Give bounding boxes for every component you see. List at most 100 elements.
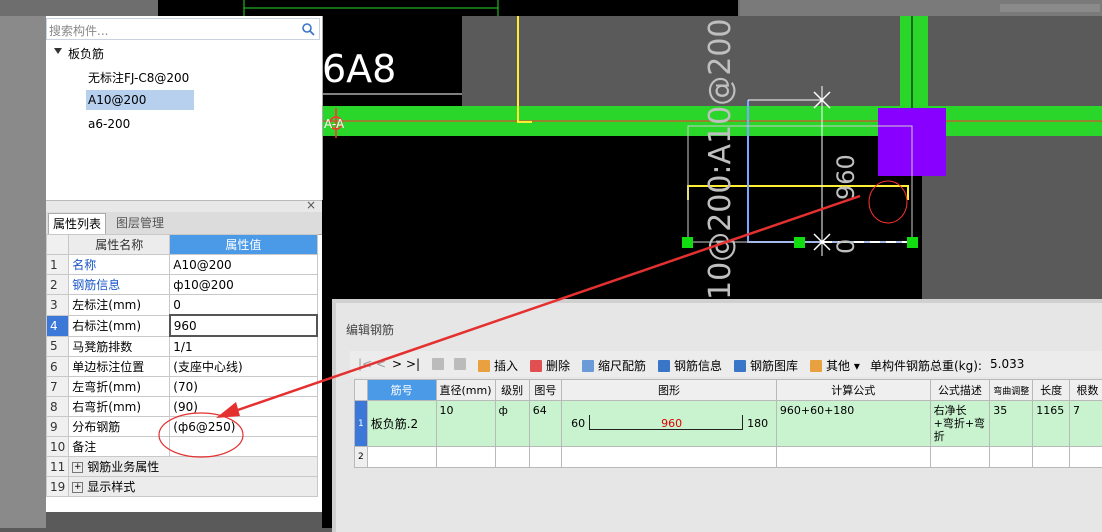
property-value[interactable]: (70) <box>170 377 317 397</box>
cell-empty[interactable] <box>529 447 561 468</box>
nav-next-button[interactable]: > <box>392 357 402 371</box>
cell-empty[interactable] <box>1070 447 1102 468</box>
cell-bend[interactable]: 35 <box>990 401 1033 447</box>
cell-length[interactable]: 1165 <box>1033 401 1070 447</box>
tree-item[interactable]: 无标注FJ-C8@200 <box>88 69 189 86</box>
other-dropdown[interactable]: 其他 ▾ <box>810 357 860 374</box>
cell-formula[interactable]: 960+60+180 <box>776 401 930 447</box>
property-panel: 属性列表 图层管理 属性名称 属性值 1 名称 A10@200 2 钢筋信息 ф… <box>46 212 322 512</box>
nav-first-button[interactable]: |< <box>358 357 372 371</box>
tree-item[interactable]: a6-200 <box>88 117 130 131</box>
property-name: 备注 <box>69 437 170 457</box>
expand-plus-icon[interactable]: + <box>72 462 83 473</box>
shape-mid-value: 960 <box>661 417 682 430</box>
table-row[interactable]: 1 名称 A10@200 <box>47 255 318 275</box>
cell-bar-no[interactable]: 板负筋.2 <box>367 401 436 447</box>
close-icon[interactable]: × <box>306 198 316 212</box>
table-row-group[interactable]: 11 +钢筋业务属性 <box>47 457 318 477</box>
table-row-group[interactable]: 19 +显示样式 <box>47 477 318 497</box>
property-value[interactable]: (90) <box>170 397 317 417</box>
search-input[interactable]: 搜索构件... <box>49 22 108 39</box>
row-number: 1 <box>355 401 368 447</box>
cell-empty[interactable] <box>562 447 777 468</box>
tree-expand-icon[interactable] <box>54 48 62 54</box>
row-number-header <box>47 235 69 255</box>
table-row[interactable]: 4 右标注(mm) 960 <box>47 315 318 336</box>
background-top-strip <box>0 0 1102 16</box>
cell-empty[interactable] <box>930 447 990 468</box>
nav-last-button[interactable]: >| <box>406 357 420 371</box>
cad-dim-0: 0 <box>832 239 860 254</box>
cell-count[interactable]: 7 <box>1070 401 1102 447</box>
cell-empty[interactable] <box>990 447 1033 468</box>
row-number: 19 <box>47 477 69 497</box>
group-display-style[interactable]: +显示样式 <box>69 477 317 497</box>
property-name: 名称 <box>69 255 170 275</box>
search-icon[interactable] <box>301 22 315 36</box>
background-left-strip <box>0 16 46 528</box>
table-row[interactable]: 10 备注 <box>47 437 318 457</box>
table-row[interactable]: 6 单边标注位置 (支座中心线) <box>47 357 318 377</box>
library-icon <box>734 360 746 372</box>
row-number: 8 <box>47 397 69 417</box>
move-up-icon[interactable] <box>432 357 448 371</box>
table-row[interactable]: 5 马凳筋排数 1/1 <box>47 336 318 357</box>
header-property-name: 属性名称 <box>69 235 170 255</box>
property-value[interactable]: 0 <box>170 295 317 316</box>
tab-property-list[interactable]: 属性列表 <box>48 213 106 234</box>
cad-dim-960: 960 <box>832 154 860 200</box>
cell-empty[interactable] <box>776 447 930 468</box>
property-value[interactable]: (ф6@250) <box>170 417 317 437</box>
nav-prev-button[interactable]: < <box>376 357 386 371</box>
cell-empty[interactable] <box>1033 447 1070 468</box>
table-row[interactable]: 9 分布钢筋 (ф6@250) <box>47 417 318 437</box>
total-weight-label: 单构件钢筋总重(kg): <box>870 357 982 374</box>
cell-empty[interactable] <box>367 447 436 468</box>
table-row[interactable]: 2 <box>355 447 1102 468</box>
insert-button[interactable]: 插入 <box>478 357 518 374</box>
table-row[interactable]: 1 板负筋.2 10 ф 64 60 960 180 960+60+180 右净… <box>355 401 1102 447</box>
row-number: 2 <box>355 447 368 468</box>
move-down-icon[interactable] <box>454 357 470 371</box>
component-search[interactable]: 搜索构件... <box>46 18 320 40</box>
table-row[interactable]: 3 左标注(mm) 0 <box>47 295 318 316</box>
rebar-shape: 60 960 180 <box>565 413 771 435</box>
rebar-library-button[interactable]: 钢筋图库 <box>734 357 798 374</box>
rebar-editor-window: 编辑钢筋 |< < > >| 插入 删除 缩尺配筋 钢筋信息 钢筋图库 其他 ▾… <box>332 299 1102 532</box>
scale-rebar-button[interactable]: 缩尺配筋 <box>582 357 646 374</box>
property-value[interactable] <box>170 437 317 457</box>
rebar-info-button[interactable]: 钢筋信息 <box>658 357 722 374</box>
cell-empty[interactable] <box>495 447 529 468</box>
row-number: 6 <box>47 357 69 377</box>
tree-root[interactable]: 板负筋 <box>68 45 104 62</box>
cad-label-vertical: 10@200:A10@200 <box>703 19 738 301</box>
expand-plus-icon[interactable]: + <box>72 482 83 493</box>
other-icon <box>810 360 822 372</box>
tab-layer-manage[interactable]: 图层管理 <box>112 213 168 233</box>
cell-grade[interactable]: ф <box>495 401 529 447</box>
table-row[interactable]: 7 左弯折(mm) (70) <box>47 377 318 397</box>
col-diameter: 直径(mm) <box>436 380 495 401</box>
property-name: 分布钢筋 <box>69 417 170 437</box>
col-count: 根数 <box>1070 380 1102 401</box>
cell-fig-no[interactable]: 64 <box>529 401 561 447</box>
col-bend-adjust: 弯曲调整 <box>990 380 1033 401</box>
table-row[interactable]: 2 钢筋信息 ф10@200 <box>47 275 318 295</box>
cell-diameter[interactable]: 10 <box>436 401 495 447</box>
table-row[interactable]: 8 右弯折(mm) (90) <box>47 397 318 417</box>
delete-button[interactable]: 删除 <box>530 357 570 374</box>
row-number: 7 <box>47 377 69 397</box>
col-grade: 级别 <box>495 380 529 401</box>
property-value-editing[interactable]: 960 <box>170 315 317 336</box>
property-value[interactable]: (支座中心线) <box>170 357 317 377</box>
cell-shape[interactable]: 60 960 180 <box>562 401 777 447</box>
cell-desc[interactable]: 右净长+弯折+弯折 <box>930 401 990 447</box>
tree-item-selected[interactable]: A10@200 <box>86 90 194 110</box>
row-number: 10 <box>47 437 69 457</box>
row-number: 3 <box>47 295 69 316</box>
property-value[interactable]: ф10@200 <box>170 275 317 295</box>
property-value[interactable]: A10@200 <box>170 255 317 275</box>
cell-empty[interactable] <box>436 447 495 468</box>
group-business-props[interactable]: +钢筋业务属性 <box>69 457 317 477</box>
property-value[interactable]: 1/1 <box>170 336 317 357</box>
